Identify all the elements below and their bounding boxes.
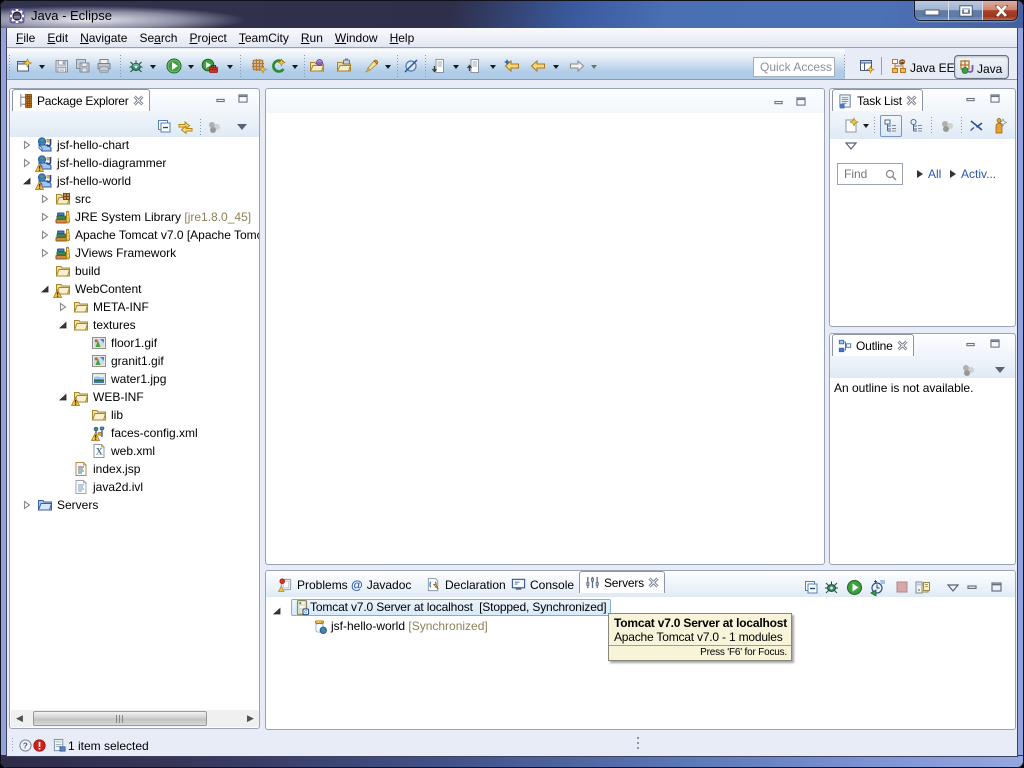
svg-text:?: ? (23, 740, 28, 750)
